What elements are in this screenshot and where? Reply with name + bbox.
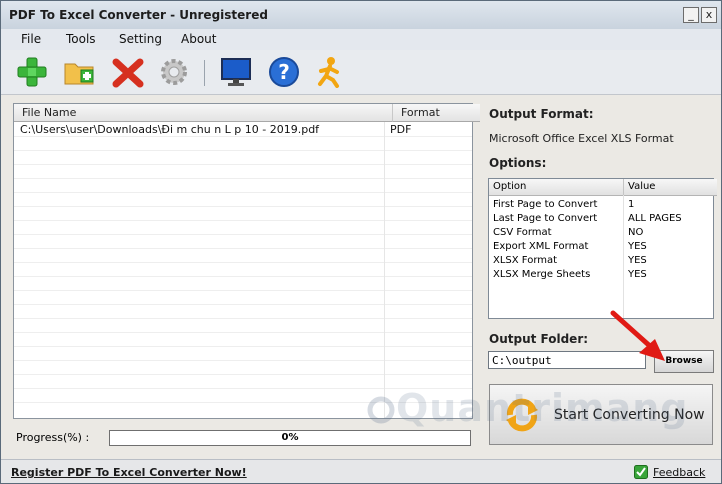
option-row[interactable]: XLSX Merge Sheets YES: [489, 268, 713, 282]
option-value: YES: [628, 269, 647, 280]
option-name: XLSX Format: [493, 255, 558, 266]
output-format-value: Microsoft Office Excel XLS Format: [489, 132, 674, 145]
empty-row: [14, 319, 472, 333]
output-folder-heading: Output Folder:: [489, 332, 589, 346]
column-header-file-name[interactable]: File Name: [14, 104, 393, 122]
help-icon[interactable]: ?: [267, 56, 301, 88]
menu-setting[interactable]: Setting: [119, 32, 162, 46]
empty-row: [14, 361, 472, 375]
options-heading: Options:: [489, 156, 547, 170]
empty-row: [14, 235, 472, 249]
file-name-cell: C:\Users\user\Downloads\Đi m chu n L p 1…: [20, 123, 320, 136]
progress-bar: 0%: [109, 430, 471, 446]
add-folder-icon[interactable]: [63, 56, 97, 88]
running-man-icon[interactable]: [313, 56, 347, 88]
option-row[interactable]: Export XML Format YES: [489, 240, 713, 254]
empty-row: [14, 277, 472, 291]
progress-label: Progress(%) :: [16, 431, 90, 444]
toolbar: ?: [1, 50, 721, 95]
title-bar: PDF To Excel Converter - Unregistered _ …: [1, 1, 721, 30]
options-column-divider: [623, 195, 624, 318]
option-name: Export XML Format: [493, 241, 589, 252]
feedback-check-icon[interactable]: [634, 465, 648, 479]
monitor-icon[interactable]: [219, 56, 253, 88]
output-format-heading: Output Format:: [489, 107, 594, 121]
empty-row: [14, 137, 472, 151]
empty-row: [14, 263, 472, 277]
watermark-icon: [367, 396, 395, 424]
file-format-cell: PDF: [390, 123, 412, 136]
app-window: PDF To Excel Converter - Unregistered _ …: [0, 0, 722, 484]
option-value: ALL PAGES: [628, 213, 682, 224]
toolbar-separator: [204, 60, 205, 86]
option-row[interactable]: First Page to Convert 1: [489, 198, 713, 212]
minimize-button[interactable]: _: [683, 7, 699, 23]
options-table[interactable]: Option Value First Page to Convert 1 Las…: [488, 178, 717, 319]
menu-tools[interactable]: Tools: [66, 32, 96, 46]
menu-about[interactable]: About: [181, 32, 216, 46]
remove-icon[interactable]: [111, 56, 145, 88]
watermark-text: Quantrimang: [396, 386, 689, 430]
empty-row: [14, 151, 472, 165]
red-arrow-icon: [610, 310, 665, 361]
option-value: YES: [628, 241, 647, 252]
empty-row: [14, 347, 472, 361]
empty-row: [14, 333, 472, 347]
empty-row: [14, 165, 472, 179]
option-row[interactable]: CSV Format NO: [489, 226, 713, 240]
empty-row: [14, 221, 472, 235]
watermark-logo: Quantrimang: [366, 386, 688, 430]
empty-row: [14, 207, 472, 221]
option-row[interactable]: Last Page to Convert ALL PAGES: [489, 212, 713, 226]
option-name: Last Page to Convert: [493, 213, 598, 224]
file-list[interactable]: File Name Format C:\Users\user\Downloads…: [13, 103, 480, 419]
window-title: PDF To Excel Converter - Unregistered: [9, 8, 268, 22]
feedback-link[interactable]: Feedback: [653, 466, 705, 479]
option-name: First Page to Convert: [493, 199, 598, 210]
progress-value: 0%: [281, 432, 299, 443]
option-name: CSV Format: [493, 227, 552, 238]
svg-text:?: ?: [278, 60, 290, 84]
table-row[interactable]: C:\Users\user\Downloads\Đi m chu n L p 1…: [14, 123, 472, 137]
add-file-icon[interactable]: [15, 56, 49, 88]
empty-row: [14, 193, 472, 207]
option-value: 1: [628, 199, 635, 210]
empty-row: [14, 179, 472, 193]
empty-row: [14, 249, 472, 263]
option-name: XLSX Merge Sheets: [493, 269, 591, 280]
menu-file[interactable]: File: [21, 32, 41, 46]
empty-row: [14, 305, 472, 319]
option-row[interactable]: XLSX Format YES: [489, 254, 713, 268]
close-button[interactable]: x: [701, 7, 717, 23]
options-column-option[interactable]: Option: [489, 179, 624, 196]
column-header-format[interactable]: Format: [393, 104, 480, 122]
column-divider: [384, 122, 385, 418]
option-value: YES: [628, 255, 647, 266]
status-bar: Register PDF To Excel Converter Now! Fee…: [1, 459, 721, 483]
option-value: NO: [628, 227, 644, 238]
empty-row: [14, 291, 472, 305]
menu-bar: File Tools Setting About: [1, 29, 721, 50]
settings-icon[interactable]: [157, 56, 191, 88]
register-link[interactable]: Register PDF To Excel Converter Now!: [11, 466, 247, 479]
options-column-value[interactable]: Value: [624, 179, 717, 196]
